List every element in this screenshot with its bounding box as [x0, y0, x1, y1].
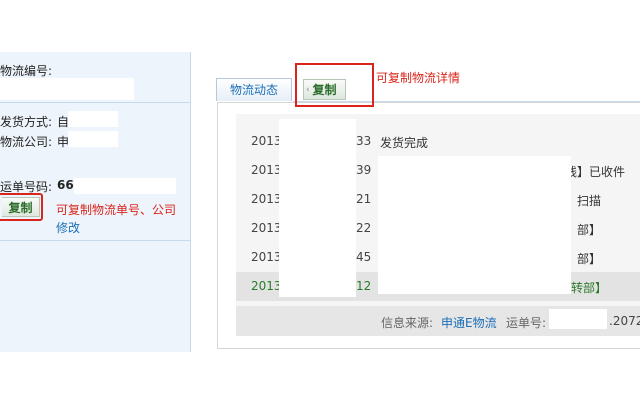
row-time: 22 — [356, 221, 372, 235]
redacted-field — [549, 309, 607, 329]
redacted-field — [74, 178, 176, 194]
row-time: 33 — [356, 134, 372, 148]
divider — [0, 240, 190, 241]
source-waybill-suffix: .2072 — [609, 314, 640, 328]
row-description: 扫描 — [577, 194, 602, 208]
row-description: 部】 — [577, 252, 602, 266]
source-label: 信息来源: — [381, 316, 434, 330]
source-link[interactable]: 申通E物流 — [441, 314, 497, 331]
row-date: 2013 — [251, 221, 282, 235]
row-date: 2013 — [251, 250, 282, 264]
row-time: 12 — [356, 279, 372, 293]
redacted-field — [68, 131, 118, 147]
chevron-left-icon: ‹ — [306, 85, 310, 95]
ship-method-label: 发货方式: — [0, 115, 53, 129]
logistics-no-label: 物流编号: — [0, 64, 53, 78]
row-description: 转部】 — [571, 281, 608, 295]
redacted-field — [68, 111, 118, 127]
row-date: 2013 — [251, 279, 282, 293]
row-description: 线】已收件 — [565, 165, 626, 179]
row-date: 2013 — [251, 192, 282, 206]
redacted-field — [0, 78, 134, 100]
redacted-column — [279, 119, 356, 297]
row-date: 2013 — [251, 163, 282, 177]
modify-link[interactable]: 修改 — [56, 219, 80, 236]
copy-waybill-button[interactable]: 复制 — [2, 197, 40, 217]
source-waybill-label: 运单号: — [506, 316, 547, 330]
row-time: 21 — [356, 192, 372, 206]
row-time: 39 — [356, 163, 372, 177]
redacted-column — [378, 156, 571, 294]
copy-waybill-note: 可复制物流单号、公司 — [56, 203, 177, 217]
waybill-value: 66 — [57, 178, 74, 192]
logistics-company-label: 物流公司: — [0, 135, 53, 149]
copy-details-note: 可复制物流详情 — [376, 71, 461, 85]
copy-details-button[interactable]: ‹ 复制 — [303, 79, 346, 100]
row-time: 45 — [356, 250, 372, 264]
row-description: 部】 — [577, 223, 602, 237]
tab-logistics-status[interactable]: 物流动态 — [216, 78, 292, 101]
row-date: 2013 — [251, 134, 282, 148]
divider — [0, 102, 190, 103]
row-description: 发货完成 — [380, 136, 429, 150]
copy-details-label: 复制 — [312, 83, 337, 97]
